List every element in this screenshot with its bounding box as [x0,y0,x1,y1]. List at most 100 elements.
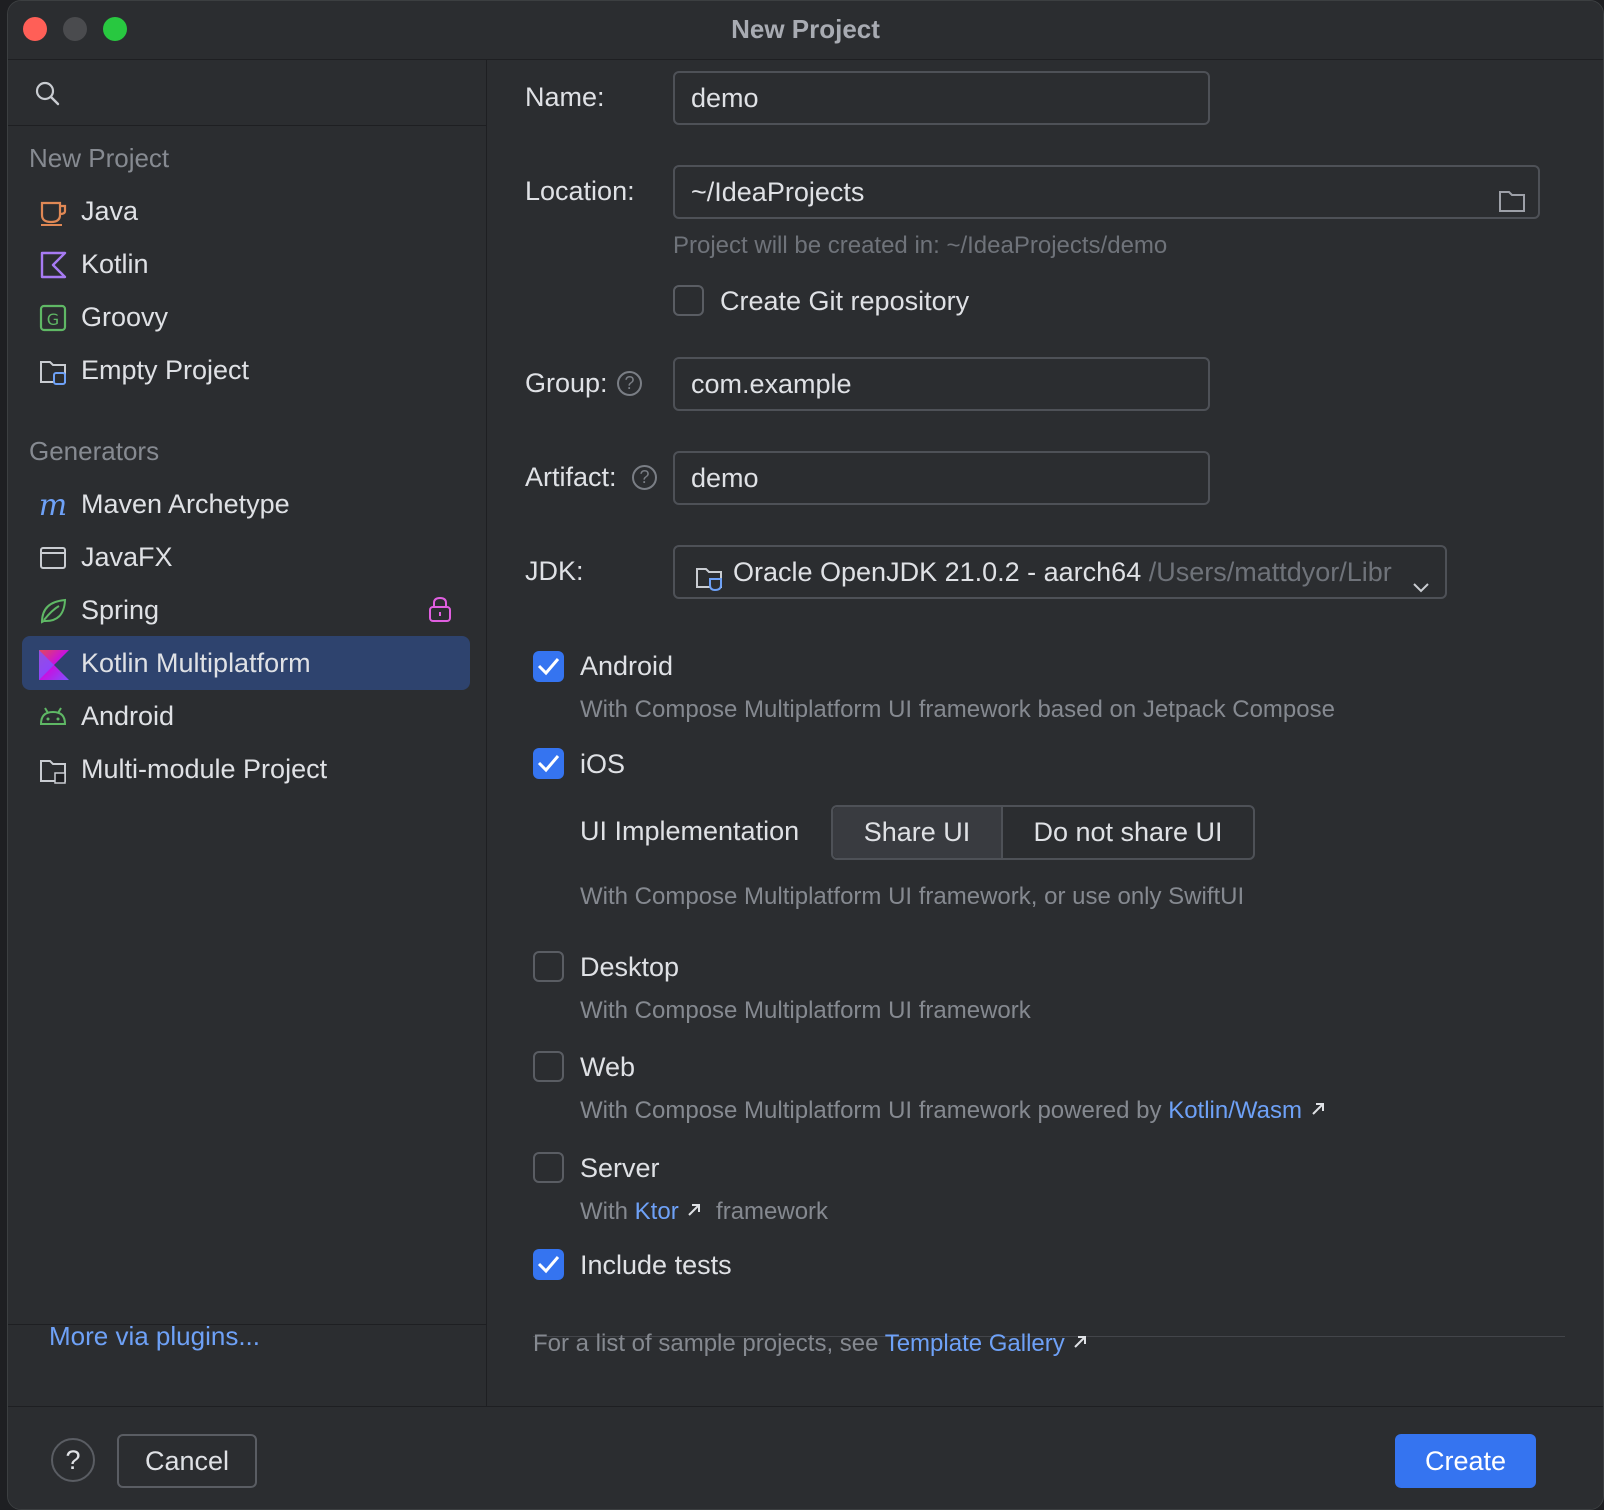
more-via-plugins-link[interactable]: More via plugins... [49,1321,260,1352]
group-field[interactable]: com.example [673,357,1210,411]
java-cup-icon [38,197,68,227]
sidebar-item-label: Spring [81,595,160,625]
android-description: With Compose Multiplatform UI framework … [580,696,1335,723]
name-field[interactable]: demo [673,71,1210,125]
sidebar-item-label: JavaFX [81,542,173,572]
folder-browse-icon[interactable] [1498,179,1526,217]
sidebar-item-label: Java [81,196,139,226]
groovy-icon: G [38,303,68,333]
sidebar-item-maven-archetype[interactable]: m Maven Archetype [22,477,470,531]
android-icon [38,702,68,732]
svg-text:m: m [39,490,67,520]
svg-text:G: G [47,310,59,329]
location-field[interactable]: ~/IdeaProjects [673,165,1540,219]
sidebar-item-groovy[interactable]: G Groovy [22,290,470,344]
sidebar-item-label: Android [81,701,175,731]
location-value: ~/IdeaProjects [691,177,865,207]
server-description: With Ktor framework [580,1198,828,1226]
template-gallery-link[interactable]: Template Gallery [885,1330,1065,1357]
do-not-share-ui-option[interactable]: Do not share UI [1003,807,1253,858]
cancel-button[interactable]: Cancel [117,1434,257,1488]
sidebar-item-label: Kotlin Multiplatform [81,648,311,678]
sidebar-item-android[interactable]: Android [22,689,470,743]
chevron-down-icon[interactable] [1411,563,1431,597]
sidebar-item-label: Maven Archetype [81,489,290,519]
ios-checkbox[interactable] [533,748,564,779]
search-icon[interactable] [34,80,60,111]
javafx-icon [38,543,68,573]
empty-project-icon [38,356,68,386]
artifact-help-icon[interactable]: ? [632,465,657,490]
ui-implementation-label: UI Implementation [580,816,800,846]
sidebar-item-spring[interactable]: Spring [22,583,470,637]
web-description-text: With Compose Multiplatform UI framework … [580,1097,1162,1124]
ios-description: With Compose Multiplatform UI framework,… [580,883,1245,910]
server-checkbox[interactable] [533,1152,564,1183]
server-description-prefix: With [580,1198,628,1225]
external-link-icon [1071,1330,1089,1357]
jdk-value: Oracle OpenJDK 21.0.2 - aarch64 [733,557,1142,587]
server-description-suffix: framework [716,1198,829,1225]
jdk-cup-icon [695,559,727,597]
template-gallery-note: For a list of sample projects, see Templ… [533,1330,1089,1358]
section-generators: Generators [29,436,160,466]
web-label[interactable]: Web [580,1052,635,1083]
lock-icon [428,595,452,630]
web-description: With Compose Multiplatform UI framework … [580,1097,1327,1125]
sidebar-item-java[interactable]: Java [22,184,470,238]
name-label: Name: [525,82,605,112]
multi-module-icon [38,755,68,785]
external-link-icon [685,1198,703,1225]
include-tests-label[interactable]: Include tests [580,1250,732,1281]
sidebar-search[interactable] [8,60,486,126]
create-button[interactable]: Create [1395,1434,1536,1488]
jdk-select[interactable]: Oracle OpenJDK 21.0.2 - aarch64 /Users/m… [673,545,1447,599]
sidebar-item-label: Groovy [81,302,169,332]
share-ui-option[interactable]: Share UI [833,807,1003,858]
sidebar-item-kotlin-multiplatform[interactable]: Kotlin Multiplatform [22,636,470,690]
sidebar-item-multi-module-project[interactable]: Multi-module Project [22,742,470,796]
sidebar-item-label: Multi-module Project [81,754,328,784]
desktop-description: With Compose Multiplatform UI framework [580,997,1031,1024]
project-type-sidebar: New Project Java Kotlin G Groovy Empty P… [8,60,487,1406]
android-label[interactable]: Android [580,651,673,682]
kotlin-icon [38,250,68,280]
group-label: Group: [525,368,608,398]
window-title: New Project [731,14,880,44]
create-git-label[interactable]: Create Git repository [720,286,969,317]
location-hint: Project will be created in: ~/IdeaProjec… [673,232,1168,259]
kotlin-multiplatform-icon [38,649,69,680]
sidebar-item-label: Kotlin [81,249,149,279]
artifact-label: Artifact: [525,462,617,492]
jdk-path: /Users/mattdyor/Libr [1148,557,1392,587]
include-tests-checkbox[interactable] [533,1249,564,1280]
title-bar: New Project [8,1,1603,60]
sidebar-item-empty-project[interactable]: Empty Project [22,343,470,397]
create-git-checkbox[interactable] [673,285,704,316]
android-checkbox[interactable] [533,651,564,682]
maven-icon: m [38,488,68,523]
location-label: Location: [525,176,635,206]
ios-label[interactable]: iOS [580,749,625,780]
dialog-footer: ? Cancel Create [8,1406,1603,1509]
sidebar-item-javafx[interactable]: JavaFX [22,530,470,584]
external-link-icon [1309,1097,1327,1124]
spring-leaf-icon [38,596,68,626]
artifact-field[interactable]: demo [673,451,1210,505]
server-label[interactable]: Server [580,1153,660,1184]
new-project-dialog: New Project New Project Java Kotlin G Gr… [7,0,1604,1510]
help-button[interactable]: ? [51,1438,95,1482]
kotlin-wasm-link[interactable]: Kotlin/Wasm [1168,1097,1302,1124]
sidebar-item-label: Empty Project [81,355,250,385]
ktor-link[interactable]: Ktor [635,1198,679,1225]
ui-implementation-toggle[interactable]: Share UI Do not share UI [831,805,1255,860]
desktop-checkbox[interactable] [533,951,564,982]
sidebar-item-kotlin[interactable]: Kotlin [22,237,470,291]
web-checkbox[interactable] [533,1051,564,1082]
section-new-project: New Project [29,143,170,173]
desktop-label[interactable]: Desktop [580,952,679,983]
group-help-icon[interactable]: ? [617,371,642,396]
jdk-label: JDK: [525,556,584,586]
project-settings-form: Name: demo Location: ~/IdeaProjects Proj… [487,60,1603,1406]
template-gallery-prefix: For a list of sample projects, see [533,1330,879,1357]
